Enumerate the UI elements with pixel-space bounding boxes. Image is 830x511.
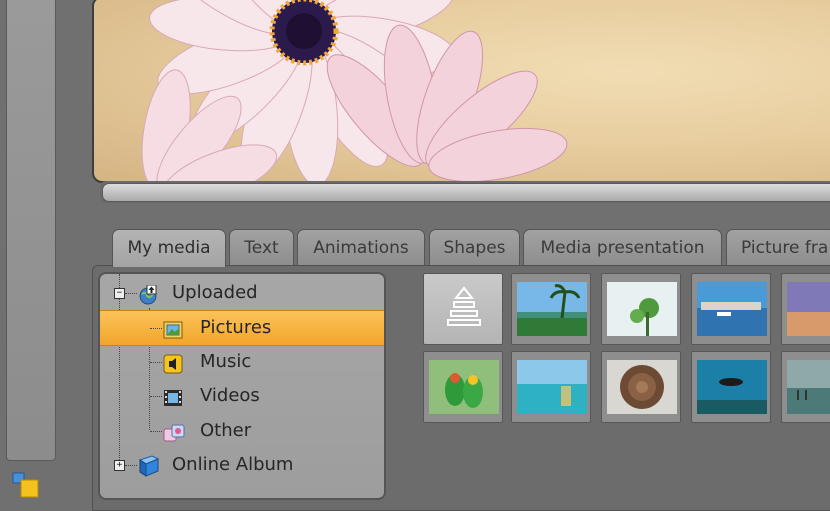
scuba-diver-photo xyxy=(697,360,767,414)
pier-sea-photo xyxy=(787,360,830,414)
media-thumbnail[interactable] xyxy=(423,351,503,423)
book-icon xyxy=(138,455,160,477)
upload-thumbnail[interactable] xyxy=(423,273,503,345)
tree-item-pictures[interactable]: Pictures xyxy=(100,310,384,346)
media-thumbnail[interactable] xyxy=(691,351,771,423)
music-icon xyxy=(163,352,183,374)
beach-dusk-photo xyxy=(787,282,830,336)
tab-my-media[interactable]: My media xyxy=(112,229,226,267)
media-thumbnail[interactable] xyxy=(601,351,681,423)
media-thumbnail[interactable] xyxy=(511,351,591,423)
tab-animations[interactable]: Animations xyxy=(297,229,425,265)
tree-item-videos[interactable]: Videos xyxy=(100,379,384,413)
preview-canvas xyxy=(92,0,830,183)
media-thumbnail[interactable] xyxy=(781,351,830,423)
collapse-toggle[interactable]: − xyxy=(114,288,125,299)
upload-globe-icon xyxy=(138,283,158,305)
tree-guide-line xyxy=(150,396,162,397)
spiral-shell-photo xyxy=(607,360,677,414)
left-side-panel xyxy=(6,0,56,461)
pictures-icon xyxy=(163,318,183,339)
palm-beach-photo xyxy=(517,282,587,336)
tab-text[interactable]: Text xyxy=(229,229,294,265)
media-thumbnail[interactable] xyxy=(511,273,591,345)
tree-guide-line xyxy=(150,362,162,363)
tree-label-music: Music xyxy=(200,351,252,372)
tree-label-uploaded: Uploaded xyxy=(172,282,258,303)
other-media-icon xyxy=(163,421,185,442)
layers-icon[interactable] xyxy=(12,472,42,500)
parrots-photo xyxy=(429,360,499,414)
tree-guide-line xyxy=(125,465,137,466)
tree-label-other: Other xyxy=(200,420,252,441)
upload-arrow-icon xyxy=(447,286,481,326)
media-thumbnail[interactable] xyxy=(691,273,771,345)
tab-media-presentation[interactable]: Media presentation xyxy=(523,229,722,265)
tropical-sea-photo xyxy=(517,360,587,414)
tree-item-online-album[interactable]: + Online Album xyxy=(100,448,384,482)
tree-label-pictures: Pictures xyxy=(200,317,272,338)
harbor-photo xyxy=(697,282,767,336)
tree-label-videos: Videos xyxy=(200,385,260,406)
daisy-flowers-image xyxy=(141,0,568,181)
preview-scrollbar[interactable] xyxy=(100,181,830,203)
film-icon xyxy=(163,386,183,406)
green-plant-photo xyxy=(607,282,677,336)
tree-guide-line xyxy=(125,293,137,294)
expand-toggle[interactable]: + xyxy=(114,460,125,471)
tab-shapes[interactable]: Shapes xyxy=(429,229,520,265)
scrollbar-thumb[interactable] xyxy=(102,183,830,202)
media-thumbnail[interactable] xyxy=(781,273,830,345)
tree-item-uploaded[interactable]: − Uploaded xyxy=(100,276,384,310)
tree-guide-line xyxy=(150,431,162,432)
tree-item-music[interactable]: Music xyxy=(100,345,384,379)
media-thumbnail[interactable] xyxy=(601,273,681,345)
tree-item-other[interactable]: Other xyxy=(100,414,384,448)
tree-guide-line xyxy=(150,328,162,329)
tree-label-online-album: Online Album xyxy=(172,454,294,475)
media-tree-panel: − Uploaded Pictures Music Videos Other +… xyxy=(98,272,386,500)
tab-picture-frames[interactable]: Picture fra xyxy=(726,229,830,265)
